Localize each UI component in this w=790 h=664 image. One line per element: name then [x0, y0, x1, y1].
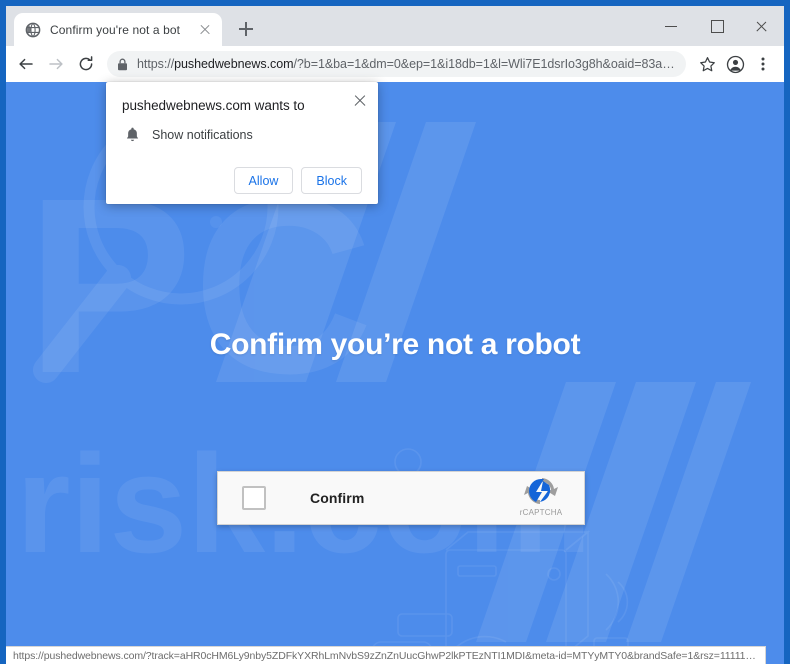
back-arrow-icon[interactable]: [12, 50, 40, 78]
captcha-checkbox[interactable]: [242, 486, 266, 510]
address-bar-text: https://pushedwebnews.com/?b=1&ba=1&dm=0…: [137, 57, 676, 71]
close-tab-icon[interactable]: [197, 22, 213, 38]
address-bar[interactable]: https://pushedwebnews.com/?b=1&ba=1&dm=0…: [107, 51, 686, 77]
permission-actions: Allow Block: [122, 167, 362, 194]
allow-button[interactable]: Allow: [233, 167, 294, 194]
page-content: Confirm you’re not a robot: [6, 328, 784, 362]
permission-option-row: Show notifications: [122, 126, 362, 143]
status-bar: https://pushedwebnews.com/?track=aHR0cHM…: [6, 646, 766, 664]
captcha-label: Confirm: [310, 490, 365, 506]
browser-toolbar: https://pushedwebnews.com/?b=1&ba=1&dm=0…: [6, 46, 784, 82]
browser-tab[interactable]: Confirm you're not a bot: [14, 13, 222, 46]
captcha-widget[interactable]: Confirm rCAPTCHA: [217, 471, 585, 525]
browser-window: Confirm you're not a bot https://pushedw…: [6, 6, 784, 664]
permission-title: pushedwebnews.com wants to: [122, 98, 305, 113]
star-icon[interactable]: [694, 51, 720, 77]
tab-title: Confirm you're not a bot: [50, 22, 181, 37]
close-icon[interactable]: [352, 92, 368, 108]
page-title: Confirm you’re not a robot: [209, 328, 581, 361]
new-tab-icon[interactable]: [232, 15, 260, 43]
reload-icon[interactable]: [72, 50, 100, 78]
maximize-icon[interactable]: [694, 6, 739, 46]
rcaptcha-brand-text: rCAPTCHA: [519, 508, 563, 517]
rcaptcha-brand: rCAPTCHA: [510, 475, 572, 517]
notification-permission-popup: pushedwebnews.com wants to Show notifica…: [106, 82, 378, 204]
forward-arrow-icon: [42, 50, 70, 78]
block-button[interactable]: Block: [301, 167, 362, 194]
minimize-icon[interactable]: [649, 6, 694, 46]
url-path: /?b=1&ba=1&dm=0&ep=1&i18db=1&l=Wli7E1dsr…: [293, 57, 676, 71]
status-bar-url: https://pushedwebnews.com/?track=aHR0cHM…: [13, 649, 758, 662]
lock-icon[interactable]: [111, 53, 133, 75]
window-controls: [649, 6, 784, 46]
three-dot-menu-icon[interactable]: [750, 51, 776, 77]
url-scheme: https://: [137, 57, 175, 71]
profile-avatar-icon[interactable]: [722, 51, 748, 77]
browser-window-frame: Confirm you're not a bot https://pushedw…: [0, 0, 790, 664]
close-window-icon[interactable]: [739, 6, 784, 46]
url-domain: pushedwebnews.com: [174, 57, 294, 71]
bell-icon: [126, 127, 139, 142]
permission-option-label: Show notifications: [152, 127, 253, 142]
rcaptcha-logo-icon: [524, 478, 558, 504]
globe-icon: [25, 22, 41, 37]
tab-strip: Confirm you're not a bot: [6, 6, 784, 46]
